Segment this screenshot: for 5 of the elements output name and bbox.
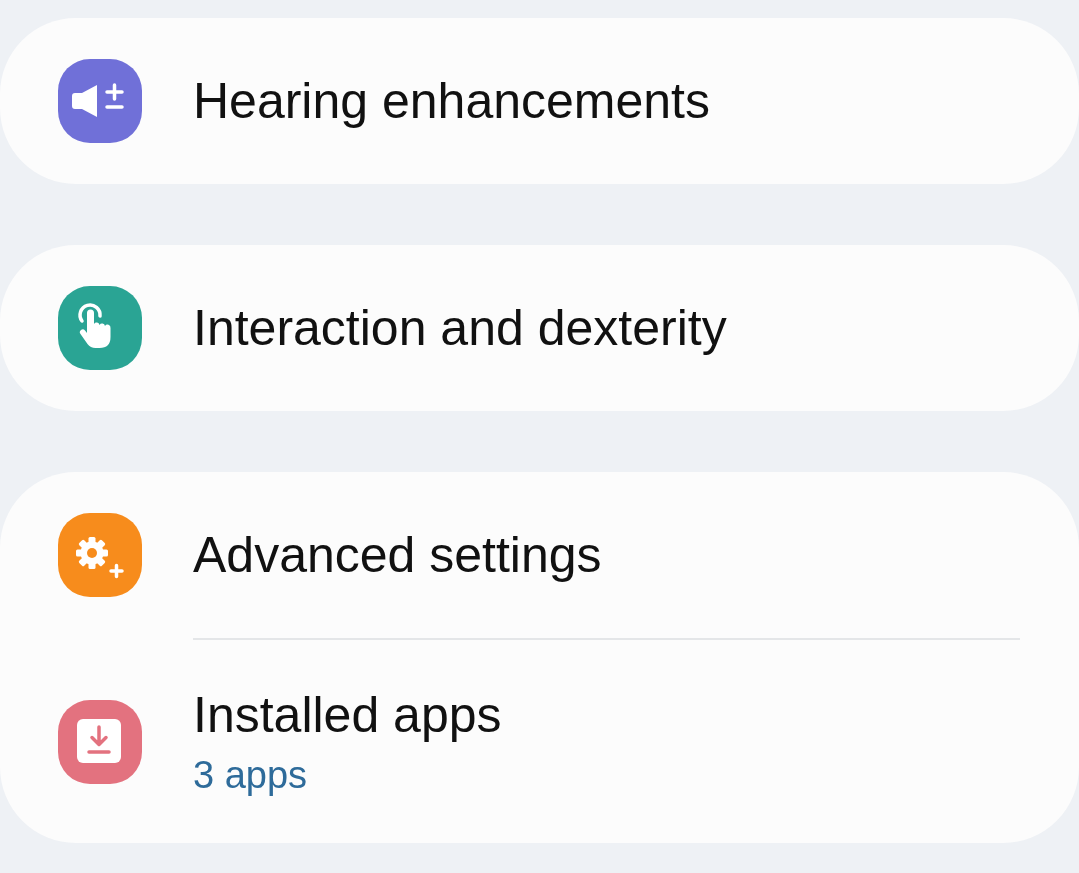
menu-item-label[interactable]: Advanced settings [193, 525, 602, 585]
menu-item-label[interactable]: Hearing enhancements [193, 71, 710, 131]
menu-item-label[interactable]: Interaction and dexterity [193, 298, 727, 358]
menu-item-label[interactable]: Installed apps [193, 685, 502, 745]
menu-item-subtitle: 3 apps [193, 753, 308, 798]
